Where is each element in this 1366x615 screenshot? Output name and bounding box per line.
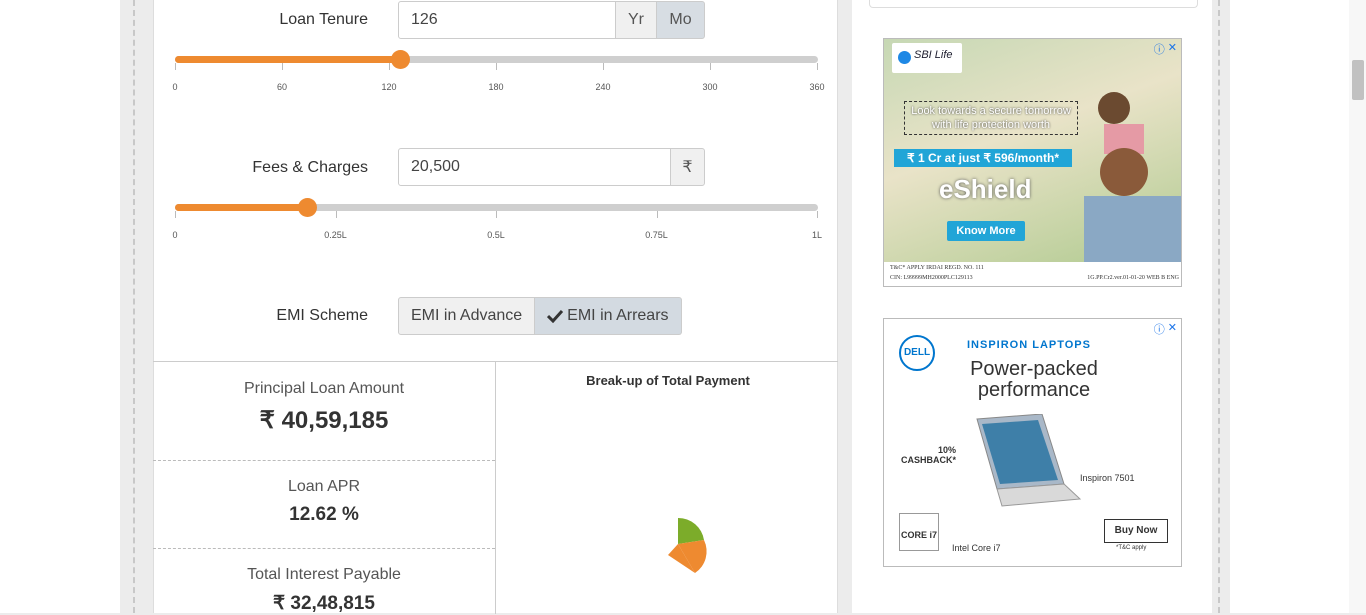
loan-tenure-slider[interactable]	[175, 50, 818, 69]
dell-tc: *T&C apply	[1116, 545, 1147, 551]
slider-tick-label: 0.75L	[645, 230, 668, 240]
interest-value: ₹ 32,48,815	[273, 593, 375, 614]
apr-block: Loan APR 12.62 %	[153, 478, 495, 526]
slider-tick-label: 1L	[811, 230, 823, 240]
dell-logo: DELL	[899, 335, 935, 371]
dashed-border-left	[133, 0, 135, 613]
sbi-footer-right: 1G.PP.Cr2.ver.01-01-20 WEB B ENG	[1087, 275, 1179, 281]
page-margin-right	[1230, 0, 1366, 613]
apr-title: Loan APR	[287, 478, 361, 495]
sidebar-widget	[869, 0, 1198, 8]
interest-title: Total Interest Payable	[247, 566, 401, 583]
tenure-unit-month[interactable]: Mo	[656, 1, 705, 39]
loan-tenure-slider-fill	[175, 56, 401, 63]
emi-scheme-toggle: EMI in Advance EMI in Arrears	[398, 297, 682, 335]
emi-arrears-button[interactable]: EMI in Arrears	[535, 297, 682, 335]
family-photo	[1084, 92, 1181, 264]
sbi-brand: SBI Life	[914, 49, 953, 61]
sbi-logo: SBI Life	[892, 43, 962, 73]
dashed-border-right	[1218, 0, 1220, 613]
results-summary: Principal Loan Amount ₹ 40,59,185 Loan A…	[153, 362, 496, 614]
rupee-addon: ₹	[670, 148, 705, 186]
dell-ad[interactable]: ⓘ ✕ DELL INSPIRON LAPTOPS Power-packed pe…	[883, 318, 1182, 567]
slider-tick	[603, 63, 604, 70]
close-icon[interactable]: ✕	[1168, 321, 1177, 337]
slider-tick-label: 300	[702, 82, 718, 92]
dell-buy-now-button[interactable]: Buy Now	[1104, 519, 1168, 543]
check-icon	[547, 309, 564, 323]
principal-block: Principal Loan Amount ₹ 40,59,185	[153, 380, 495, 435]
slider-tick	[710, 63, 711, 70]
slider-tick	[175, 211, 176, 218]
slider-tick	[282, 63, 283, 70]
emi-advance-label: EMI in Advance	[411, 307, 523, 324]
dell-tag: INSPIRON LAPTOPS	[967, 339, 1091, 351]
dell-cashback: 10% CASHBACK*	[900, 445, 956, 465]
slider-tick-label: 180	[488, 82, 504, 92]
fees-input[interactable]	[398, 148, 671, 186]
slider-tick	[335, 211, 337, 218]
divider	[153, 460, 495, 461]
apr-value: 12.62 %	[289, 504, 359, 525]
slider-tick-label: 0	[172, 230, 178, 240]
slider-tick-label: 240	[595, 82, 611, 92]
sbi-footer-cin: CIN: L99999MH2000PLC129113	[890, 275, 973, 281]
results-section: Principal Loan Amount ₹ 40,59,185 Loan A…	[153, 361, 838, 614]
dell-cpu: Intel Core i7	[952, 543, 1001, 553]
slider-tick-label: 0.5L	[487, 230, 505, 240]
slider-tick	[656, 211, 658, 218]
emi-scheme-label: EMI Scheme	[276, 307, 368, 324]
sbi-footer-left: T&C* APPLY IRDAI REGD. NO. 111	[890, 265, 984, 271]
slider-tick-label: 0	[172, 82, 178, 92]
principal-title: Principal Loan Amount	[243, 380, 405, 397]
sbi-know-more-button[interactable]: Know More	[947, 221, 1025, 241]
sbi-footer: T&C* APPLY IRDAI REGD. NO. 111 CIN: L999…	[884, 262, 1181, 286]
dell-headline: Power-packed performance	[970, 358, 1098, 401]
slider-tick	[817, 63, 818, 70]
chart-title: Break-up of Total Payment	[586, 373, 750, 388]
intel-badge-text: CORE i7	[900, 530, 937, 540]
ad-choices[interactable]: ⓘ ✕	[1154, 321, 1177, 337]
slider-tick-label: 360	[809, 82, 825, 92]
sbi-life-ad[interactable]: ⓘ ✕ SBI Life Look towards a secure tomorr…	[883, 38, 1182, 287]
fees-slider[interactable]	[175, 198, 818, 217]
tenure-unit-year[interactable]: Yr	[615, 1, 657, 39]
slider-tick	[389, 63, 390, 70]
fees-label: Fees & Charges	[252, 159, 368, 176]
divider	[153, 548, 495, 549]
close-icon[interactable]: ✕	[1168, 41, 1177, 57]
principal-value: ₹ 40,59,185	[259, 407, 389, 434]
intel-badge: CORE i7	[899, 513, 939, 551]
page-margin-left	[0, 0, 120, 613]
slider-tick	[817, 211, 818, 218]
ad-choices[interactable]: ⓘ ✕	[1154, 41, 1177, 57]
page-scrollbar-thumb[interactable]	[1352, 60, 1364, 100]
info-icon[interactable]: ⓘ	[1154, 41, 1165, 57]
fees-slider-fill	[175, 204, 307, 211]
sbi-logo-icon	[898, 51, 911, 64]
loan-tenure-label: Loan Tenure	[279, 11, 368, 28]
dell-model: Inspiron 7501	[1080, 473, 1135, 483]
info-icon[interactable]: ⓘ	[1154, 321, 1165, 337]
emi-advance-button[interactable]: EMI in Advance	[398, 297, 536, 335]
fees-scale: 0 0.25L 0.5L 0.75L 1L	[172, 211, 822, 240]
slider-tick	[496, 63, 497, 70]
emi-arrears-label: EMI in Arrears	[567, 307, 669, 324]
interest-block: Total Interest Payable ₹ 32,48,815	[153, 566, 495, 615]
slider-tick-label: 60	[276, 82, 288, 92]
eshield-logo: eShield	[939, 174, 1032, 204]
loan-tenure-scale: 0 60 120 180 240 300 360	[172, 63, 825, 92]
payment-pie-chart	[668, 517, 707, 573]
sbi-offer: ₹ 1 Cr at just ₹ 596/month*	[894, 149, 1072, 167]
laptop-image	[976, 414, 1082, 507]
loan-tenure-input[interactable]	[398, 1, 616, 39]
pie-slice-interest	[678, 517, 704, 544]
slider-tick	[175, 63, 176, 70]
slider-tick-label: 120	[381, 82, 397, 92]
slider-tick-label: 0.25L	[324, 230, 347, 240]
slider-tick	[496, 211, 497, 218]
sbi-headline: Look towards a secure tomorrow with life…	[904, 101, 1078, 135]
